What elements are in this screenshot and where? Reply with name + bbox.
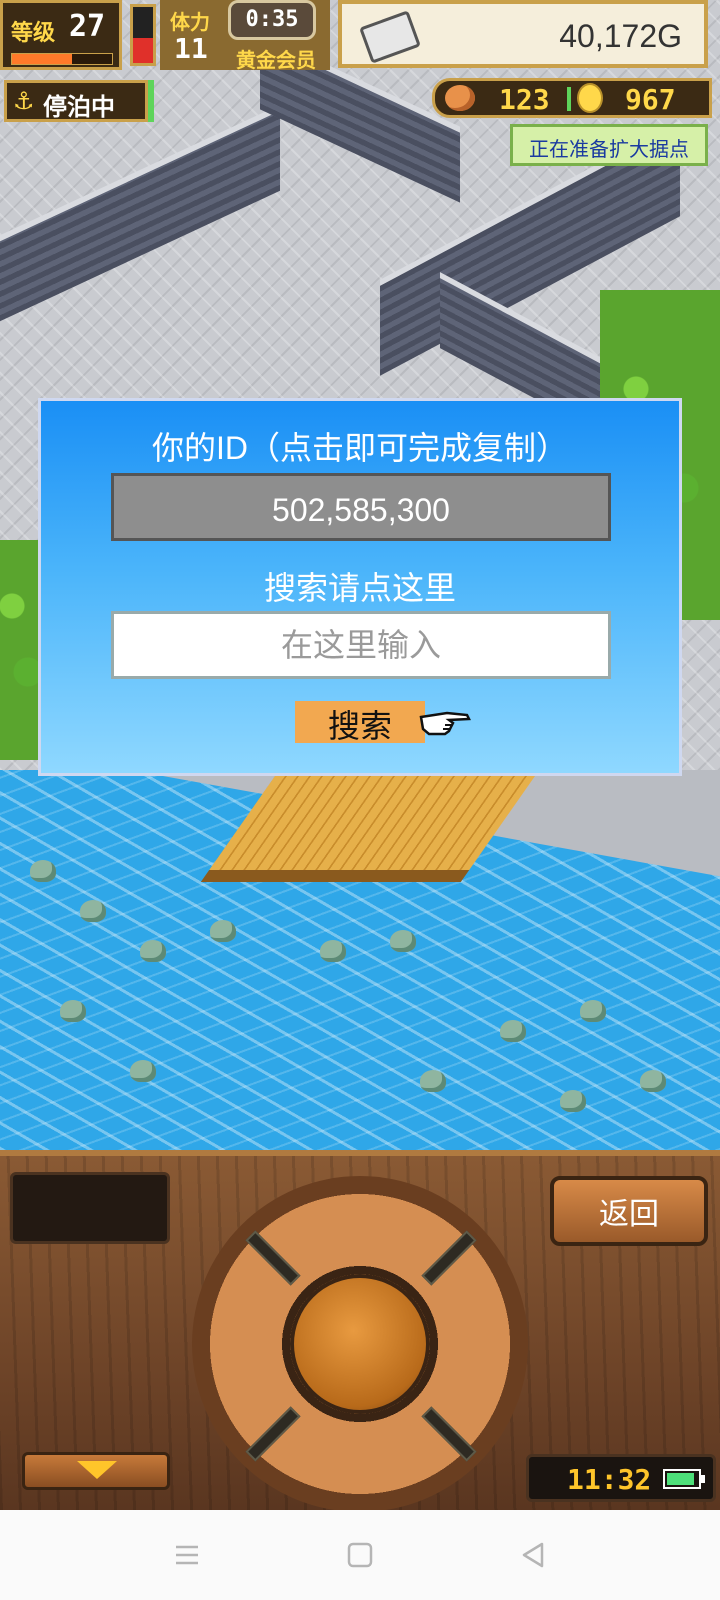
divider [567,87,571,111]
rock [30,860,56,882]
rock [130,1060,156,1082]
home-icon[interactable] [343,1538,377,1572]
rock [580,1000,606,1022]
menu-icon[interactable] [170,1538,204,1572]
info-screen [10,1172,170,1244]
food-count: 123 [499,83,550,116]
expand-notice-badge[interactable]: 正在准备扩大据点 [510,124,708,166]
gold-member-label: 黄金会员 [236,48,316,72]
rock [60,1000,86,1022]
stamina-value: 11 [174,32,208,65]
coin-count: 967 [625,83,676,116]
battery-icon [663,1469,701,1489]
back-button[interactable]: 返回 [550,1176,708,1246]
money-panel[interactable]: 40,172G [338,0,708,68]
dpad-divider [245,1406,301,1462]
stamina-gauge [130,4,156,66]
dialog-title: 你的ID（点击即可完成复制） [151,430,568,466]
dpad-divider [421,1230,477,1286]
dpad-center-button[interactable] [290,1274,430,1414]
rock [640,1070,666,1092]
rock [80,900,106,922]
battery-fill [667,1473,694,1485]
level-value: 27 [69,9,106,44]
status-indicator [148,80,154,122]
player-id-field[interactable]: 502,585,300 [111,473,611,541]
battery-tip [701,1475,705,1483]
timer-value: 0:35 [245,7,299,32]
money-value: 40,172G [559,18,682,54]
rock [560,1090,586,1112]
silver-bar-icon [359,10,421,64]
dropdown-button[interactable] [22,1452,170,1490]
level-progress-bar [11,53,113,65]
timer-badge: 0:35 [228,0,316,40]
level-panel[interactable]: 等级 27 [0,0,122,70]
coin-icon [577,83,603,113]
pointing-hand-icon [419,711,471,736]
level-progress-fill [12,54,72,64]
search-button[interactable]: 搜索 [295,701,425,744]
level-label: 等级 [11,21,56,46]
search-label: 搜索请点这里 [263,570,456,606]
player-id-value: 502,585,300 [272,492,450,528]
control-panel: 返回 11:32 [0,1150,720,1512]
anchor-icon: ⚓ [13,87,35,115]
rock [140,940,166,962]
clock-value: 11:32 [567,1463,652,1496]
search-input[interactable] [111,611,611,679]
rock [500,1020,526,1042]
rock [320,940,346,962]
expand-notice-text: 正在准备扩大据点 [529,137,689,161]
rock [420,1070,446,1092]
directional-pad[interactable] [192,1176,528,1512]
resource-panel[interactable]: 123 967 [432,78,712,118]
rock [390,930,416,952]
docked-status-button[interactable]: ⚓ 停泊中 [4,80,148,122]
docked-status-label: 停泊中 [43,93,115,121]
dpad-divider [245,1230,301,1286]
system-navigation-bar [0,1510,720,1600]
dpad-divider [421,1406,477,1462]
stamina-label: 体力 [170,10,210,34]
meat-icon [445,85,475,111]
clock-panel: 11:32 [526,1454,716,1502]
stamina-gauge-fill [133,37,153,63]
back-triangle-icon[interactable] [516,1538,550,1572]
rock [210,920,236,942]
tree [0,540,40,760]
dropdown-arrow-icon [77,1461,117,1479]
id-search-dialog: 你的ID（点击即可完成复制） 502,585,300 搜索请点这里 搜索 [38,398,682,776]
